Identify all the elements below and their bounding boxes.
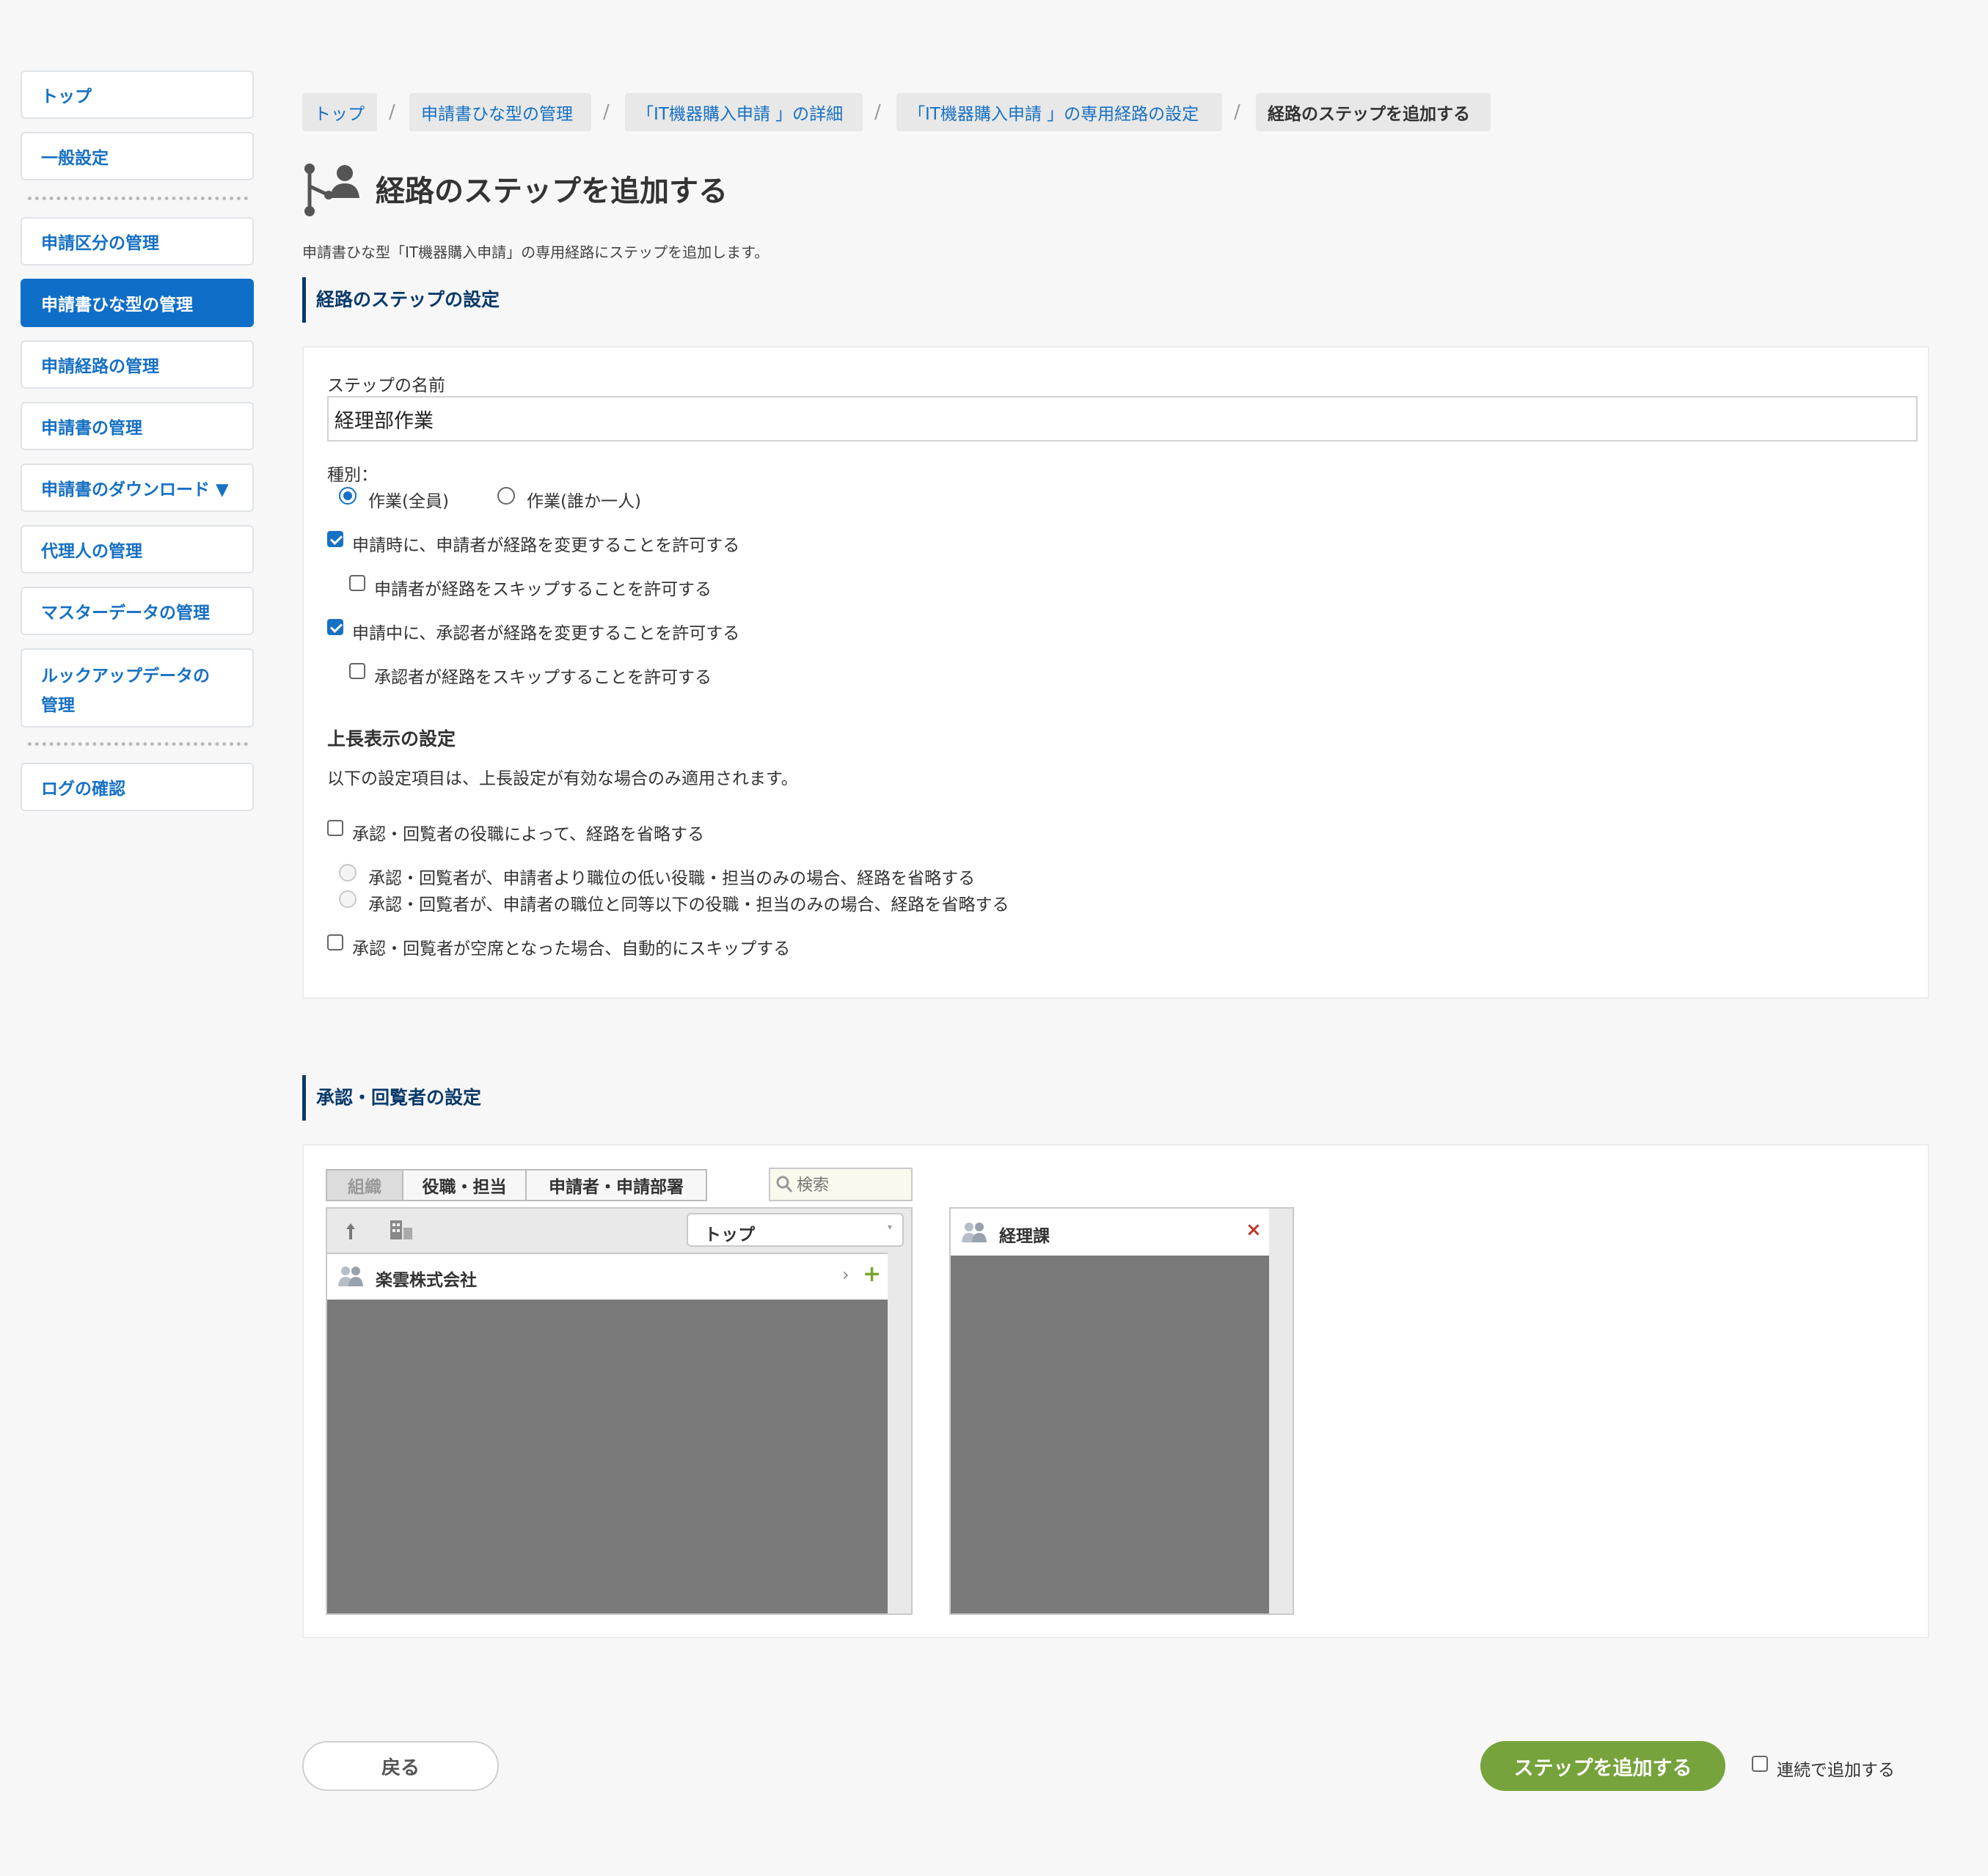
breadcrumb-item-template-detail[interactable]: 「IT機器購入申請 」の詳細 [625,93,863,131]
organization-select-value: トップ [704,1225,755,1245]
tab-organization[interactable]: 組織 [326,1169,403,1201]
omit-lower-position-radio[interactable] [339,864,357,882]
selected-scrollbar[interactable] [1269,1209,1293,1613]
applicant-change-route-checkbox[interactable] [327,531,343,547]
tab-applicant-department[interactable]: 申請者・申請部署 [525,1169,707,1201]
applicant-skip-route-label: 申請者が経路をスキップすることを許可する [374,580,712,599]
chevron-down-icon: ▾ [887,1222,892,1232]
organization-scrollbar[interactable] [888,1253,911,1613]
sidebar-item-master-data[interactable]: マスターデータの管理 [21,587,254,635]
skip-vacant-checkbox[interactable] [327,934,343,950]
sidebar-divider [28,197,248,200]
selected-approvers-box: 経理課 × [949,1207,1294,1615]
breadcrumb-separator: / [603,101,610,123]
tab-position[interactable]: 役職・担当 [402,1169,527,1201]
step-name-label: ステップの名前 [327,376,445,395]
type-anyone-label: 作業(誰か一人) [527,492,641,511]
list-item[interactable]: 楽雲株式会社 › + [327,1254,888,1300]
sidebar-item-categories[interactable]: 申請区分の管理 [21,217,254,265]
breadcrumb-item-top[interactable]: トップ [302,93,377,131]
group-icon [961,1220,987,1244]
add-icon[interactable]: + [863,1261,881,1287]
approver-change-route-checkbox[interactable] [327,619,343,635]
omit-lower-position-label: 承認・回覧者が、申請者より職位の低い役職・担当のみの場合、経路を省略する [368,869,976,888]
superior-settings-note: 以下の設定項目は、上長設定が有効な場合のみ適用されます。 [327,769,798,788]
sidebar-item-label: 申請書ひな型の管理 [41,296,193,315]
breadcrumb-item-route-settings[interactable]: 「IT機器購入申請 」の専用経路の設定 [896,93,1222,131]
approver-skip-route-label: 承認者が経路をスキップすることを許可する [374,668,712,687]
omit-equal-position-radio[interactable] [339,890,357,908]
selected-item-label: 経理課 [999,1227,1050,1246]
approver-search-box[interactable] [769,1168,913,1201]
sidebar-item-top[interactable]: トップ [21,70,254,119]
list-item[interactable]: 経理課 × [951,1209,1269,1256]
step-name-input[interactable] [327,396,1918,441]
sidebar-divider [28,742,248,746]
omit-by-position-label: 承認・回覧者の役職によって、経路を省略する [352,825,705,844]
step-settings-panel: ステップの名前 種別： 作業(全員) 作業(誰か一人) 申請時に、申請者が経路を… [302,346,1929,999]
sidebar-item-general-settings[interactable]: 一般設定 [21,132,254,180]
breadcrumb-item-current: 経路のステップを追加する [1256,93,1491,131]
sidebar-item-label: ログの確認 [41,780,125,799]
step-settings-heading: 経路のステップの設定 [302,277,500,323]
type-all-label: 作業(全員) [368,492,449,511]
organization-toolbar: トップ ▾ [327,1209,911,1254]
add-step-button[interactable]: ステップを追加する [1480,1741,1725,1791]
group-icon [337,1264,364,1288]
approver-settings-heading: 承認・回覧者の設定 [302,1075,481,1121]
sidebar-item-download[interactable]: 申請書のダウンロード ▼ [21,463,254,512]
sidebar-item-applications[interactable]: 申請書の管理 [21,402,254,450]
page-description: 申請書ひな型「IT機器購入申請」の専用経路にステップを追加します。 [302,243,770,261]
sidebar-item-routes[interactable]: 申請経路の管理 [21,340,254,389]
continuous-add-checkbox[interactable] [1752,1756,1768,1772]
breadcrumb-item-templates[interactable]: 申請書ひな型の管理 [409,93,591,131]
sidebar-item-label: 申請書の管理 [41,419,142,438]
sidebar-item-logs[interactable]: ログの確認 [21,763,254,811]
sidebar-item-label: 申請区分の管理 [41,234,159,253]
back-button[interactable]: 戻る [302,1741,499,1791]
organization-tree-box: トップ ▾ 楽雲株式会社 › + [326,1207,913,1615]
omit-by-position-checkbox[interactable] [327,820,343,836]
sidebar-item-label: 申請経路の管理 [41,357,159,376]
sidebar-item-label: トップ [41,87,92,106]
skip-vacant-label: 承認・回覧者が空席となった場合、自動的にスキップする [352,939,791,959]
page-title: 経路のステップを追加する [376,175,728,208]
search-icon [775,1173,795,1195]
org-item-label: 楽雲株式会社 [376,1271,477,1290]
breadcrumb-separator: / [389,101,395,123]
sidebar-item-label: 一般設定 [41,149,109,168]
search-input[interactable] [795,1172,908,1198]
sidebar-item-label: 申請書のダウンロード ▼ [41,480,229,499]
applicant-change-route-label: 申請時に、申請者が経路を変更することを許可する [352,536,740,555]
sidebar-item-label: ルックアップデータの管理 [41,667,210,715]
continuous-add-label: 連続で追加する [1777,1761,1895,1780]
applicant-skip-route-checkbox[interactable] [349,575,365,591]
approver-change-route-label: 申請中に、承認者が経路を変更することを許可する [352,624,740,643]
sidebar-item-label: マスターデータの管理 [41,604,210,623]
route-step-icon [302,161,361,220]
remove-icon[interactable]: × [1246,1219,1262,1241]
up-level-icon[interactable] [345,1220,364,1242]
sidebar-item-lookup-data[interactable]: ルックアップデータの管理 [21,648,254,728]
building-icon[interactable] [389,1219,415,1241]
breadcrumb-separator: / [1234,101,1240,123]
chevron-right-icon[interactable]: › [842,1264,849,1285]
sidebar-item-label: 代理人の管理 [41,542,142,561]
omit-equal-position-label: 承認・回覧者が、申請者の職位と同等以下の役職・担当のみの場合、経路を省略する [368,895,1009,915]
sidebar-item-proxies[interactable]: 代理人の管理 [21,525,254,574]
breadcrumb-separator: / [874,101,881,123]
type-label: 種別： [327,466,378,485]
type-all-radio[interactable] [339,487,357,505]
approver-skip-route-checkbox[interactable] [349,663,365,679]
type-anyone-radio[interactable] [497,487,515,505]
sidebar-item-templates[interactable]: 申請書ひな型の管理 [21,279,254,327]
organization-select[interactable]: トップ ▾ [687,1213,904,1247]
superior-settings-heading: 上長表示の設定 [327,728,456,750]
